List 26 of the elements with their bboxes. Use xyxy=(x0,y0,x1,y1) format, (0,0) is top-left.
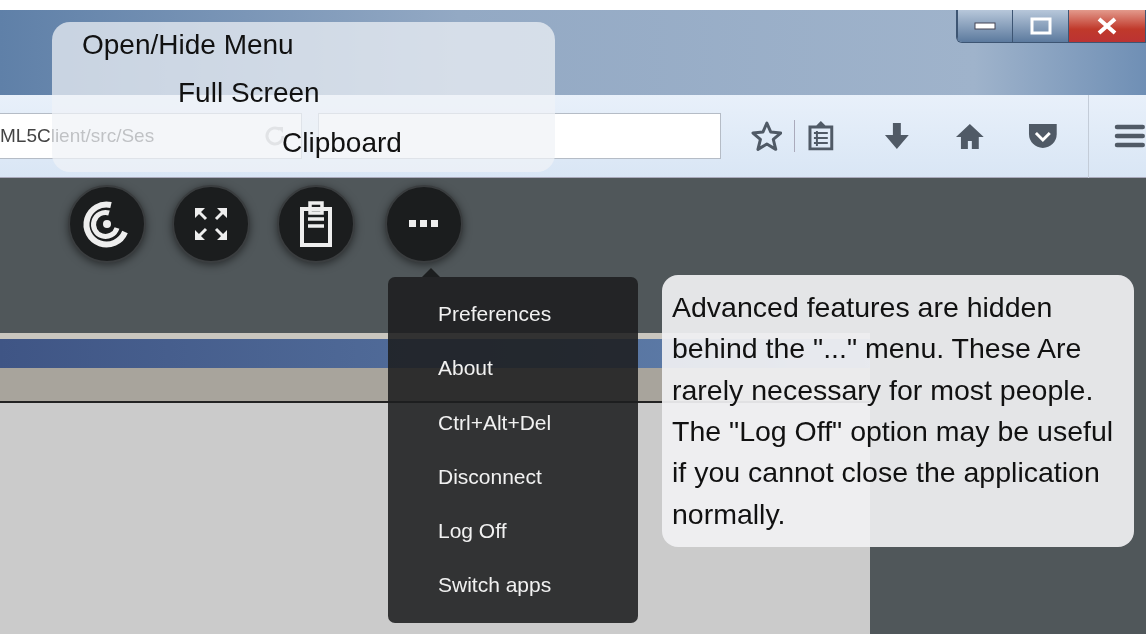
star-icon[interactable] xyxy=(750,120,783,152)
menu-item[interactable]: About xyxy=(388,341,638,396)
callout-label: Full Screen xyxy=(178,78,320,109)
minimize-button[interactable] xyxy=(957,10,1013,42)
note-paragraph: Advanced features are hidden behind the "..." menu. These Are rarely necessary for most people. xyxy=(672,290,1095,408)
menu-icon[interactable] xyxy=(1114,122,1146,150)
home-icon[interactable] xyxy=(954,122,985,150)
menu-item[interactable]: Disconnect xyxy=(388,449,638,505)
url-text: ML5Client/src/Ses xyxy=(0,123,156,148)
download-arrow-icon[interactable] xyxy=(883,121,911,151)
close-icon xyxy=(1095,17,1118,35)
menu-item[interactable]: Log Off xyxy=(388,504,638,559)
expand-arrows-icon xyxy=(193,206,229,242)
note-paragraph: The "Log Off" option may be useful if you cannot close the application normally. xyxy=(672,413,1115,532)
callout-label: Open/Hide Menu xyxy=(82,30,294,61)
menu-item[interactable]: Preferences xyxy=(388,287,638,342)
maximize-icon xyxy=(1029,17,1052,35)
menu-item[interactable]: Ctrl+Alt+Del xyxy=(388,395,638,450)
maximize-button[interactable] xyxy=(1012,10,1068,42)
ellipsis-icon xyxy=(409,220,439,228)
close-button[interactable] xyxy=(1067,10,1145,42)
menu-item[interactable]: Switch apps xyxy=(388,558,638,613)
callout-label: Clipboard xyxy=(282,128,402,159)
minimize-icon xyxy=(974,22,997,30)
clipboard-icon xyxy=(299,201,333,247)
reading-list-icon[interactable] xyxy=(807,121,836,151)
